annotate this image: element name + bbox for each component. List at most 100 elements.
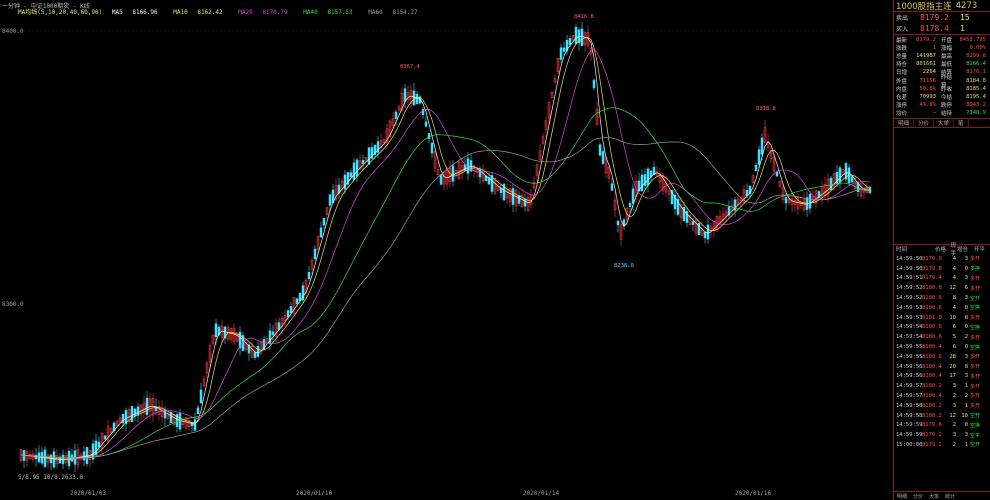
ask-price: 8179.2: [920, 13, 949, 22]
tick-row: 14:59:57 8180.2 3 1 多开: [894, 381, 990, 391]
candle-body: [412, 90, 416, 106]
panel-empty-area: [894, 128, 990, 245]
tick-cell-s: 多开: [970, 393, 981, 400]
quote-row: 内盘 50.8% 昨收 8185.4: [894, 85, 990, 93]
candle-body: [808, 193, 812, 209]
quote-value: 8943.2: [966, 101, 986, 108]
quote-value: 8185.4: [966, 85, 986, 92]
candle-body: [430, 142, 434, 154]
quote-row: 总量 141987 最高 8299.8: [894, 52, 990, 60]
quote-label: 总量: [896, 54, 908, 61]
tick-cell-s: 空换: [970, 344, 981, 351]
quote-value: 8166.4: [966, 61, 986, 68]
tick-cell-t: 14:59:56: [896, 363, 923, 370]
ma10-legend: MA10 8162.42: [173, 9, 228, 16]
quote-value: 801661: [916, 61, 936, 68]
tick-cell-n: 0: [964, 344, 968, 350]
quote-value: 50.8%: [919, 85, 936, 92]
tick-cell-t: 14:59:51: [896, 275, 923, 282]
candle-body: [760, 137, 764, 155]
candle-body: [103, 435, 107, 440]
tick-cell-c: 12: [949, 285, 956, 292]
tick-cell-t: 14:59:56: [896, 373, 923, 380]
tick-cell-t: 14:59:58: [896, 402, 923, 409]
bid-row[interactable]: 买入 8178.4 1: [894, 23, 990, 34]
tick-row: 14:59:53 8180.6 4 0 空换: [894, 303, 990, 313]
order-book: 卖出 8179.2 15 买入 8178.4 1: [894, 12, 990, 35]
tick-cell-s: 多开: [970, 315, 981, 322]
tick-row: 14:59:55 8180.4 6 0 空换: [894, 342, 990, 352]
ma5-label: MA5: [111, 9, 123, 16]
tick-cell-t: 14:59:54: [896, 334, 923, 341]
quote-label: 最低: [941, 62, 953, 69]
candle-body: [193, 419, 197, 431]
tick-cell-c: 3: [952, 383, 956, 390]
tick-list[interactable]: 14:59:50 8179.0 4 3 多开 14:59:50 8179.8 4 0 多换 14:5…: [894, 254, 990, 450]
footer-tab[interactable]: 分价: [910, 493, 926, 500]
candle-body: [424, 121, 428, 127]
tick-cell-c: 4: [952, 255, 956, 262]
candle-body: [82, 451, 86, 461]
tick-row: 14:59:54 8180.6 5 2 多开: [894, 332, 990, 342]
candle-body: [754, 164, 758, 172]
bid-label: 买入: [896, 26, 909, 33]
candle-body: [124, 410, 128, 424]
panel-tab[interactable]: 分价: [914, 118, 935, 127]
tick-cell-s: 多开: [970, 275, 981, 282]
tick-row: 14:59:58 8180.2 12 10 空开: [894, 411, 990, 421]
tick-cell-n: 3: [964, 353, 968, 360]
kline-chart-area[interactable]: 一分钟 - 中证1000期货 - K线 MA均线(5,10,20,40,60,9…: [0, 0, 893, 500]
quote-value: 8458.795: [959, 37, 987, 44]
tick-cell-n: 1: [964, 402, 968, 409]
candles-group: [19, 21, 872, 473]
ma40-legend: MA40 8157.53: [303, 9, 358, 16]
tick-cell-c: 20: [949, 363, 956, 370]
panel-tab[interactable]: 明细: [894, 118, 915, 127]
candle-body: [349, 172, 353, 178]
tick-cell-p: 8180.6: [922, 295, 942, 302]
tick-cell-p: 8180.2: [922, 383, 942, 390]
footer-tab[interactable]: 统计: [942, 493, 958, 500]
tick-header-cell: 时间: [896, 247, 908, 254]
tick-cell-s: 空开: [970, 442, 981, 449]
tick-cell-s: 多开: [970, 403, 981, 410]
candle-body: [415, 94, 419, 104]
tick-row: 14:59:56 8180.4 20 8 多开: [894, 362, 990, 372]
kline-chart[interactable]: [0, 0, 893, 500]
tick-cell-s: 空开: [970, 413, 981, 420]
candle-body: [130, 406, 134, 422]
candle-body: [199, 389, 203, 404]
candle-body: [403, 88, 407, 102]
panel-tab[interactable]: 笔: [954, 118, 969, 127]
ask-row[interactable]: 卖出 8179.2 15: [894, 12, 990, 23]
tick-cell-s: 多开: [970, 383, 981, 390]
tick-cell-p: 8180.6: [922, 334, 942, 341]
tick-cell-s: 空换: [970, 324, 981, 331]
candle-body: [517, 195, 521, 204]
panel-tab[interactable]: 大单: [934, 118, 955, 127]
tick-cell-s: 空平: [970, 432, 981, 439]
tick-cell-p: 8180.4: [922, 344, 942, 350]
tick-cell-t: 14:59:59: [896, 432, 923, 439]
candle-body: [451, 165, 455, 182]
quote-label: 最新: [896, 38, 908, 45]
candle-body: [784, 197, 788, 204]
tick-cell-t: 14:59:59: [896, 422, 923, 429]
tick-cell-c: 3: [952, 402, 956, 409]
candle-body: [850, 176, 854, 183]
chart-footer-info: 5/8.95 10/8.2633.0: [18, 474, 84, 481]
quote-panel: 1000股指主连 4273 卖出 8179.2 15 买入 8178.4 1 最…: [893, 0, 990, 500]
candle-body: [307, 272, 311, 280]
ma60-value: 8154.27: [392, 9, 418, 16]
candle-body: [703, 231, 707, 239]
tick-cell-c: 12: [949, 412, 956, 419]
footer-tab[interactable]: 明细: [894, 493, 910, 500]
tick-cell-t: 14:59:53: [896, 304, 923, 311]
tick-cell-c: 28: [949, 353, 956, 360]
candle-body: [610, 183, 614, 191]
tick-cell-n: 3: [964, 275, 968, 282]
x-tick-label: 2020/01/14: [523, 490, 560, 497]
quote-label: 仓差: [896, 94, 908, 101]
ma20-value: 8170.79: [262, 9, 288, 16]
footer-tab[interactable]: 大单: [926, 493, 942, 500]
